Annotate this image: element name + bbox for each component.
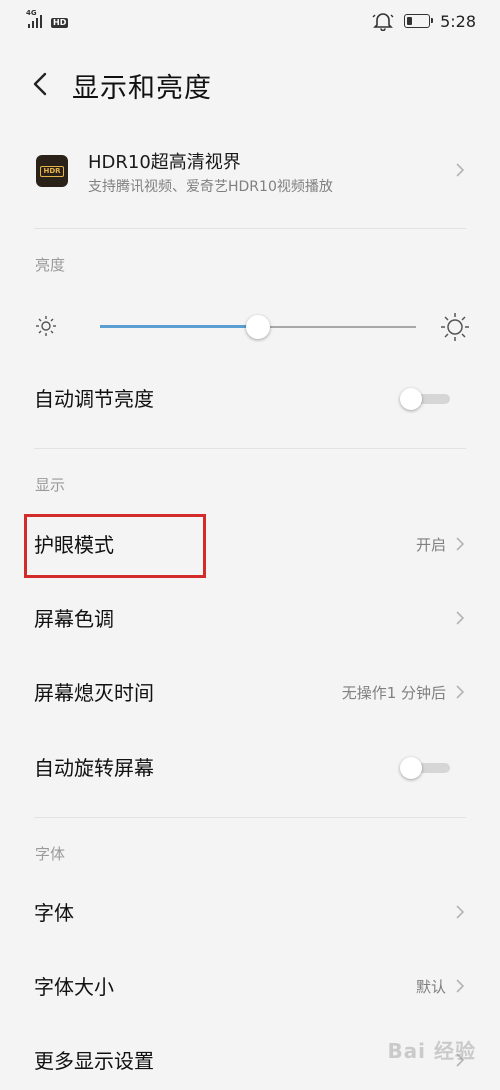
slider-thumb[interactable] [246,315,270,339]
status-right: 5:28 [372,10,476,32]
auto-rotate-row[interactable]: 自动旋转屏幕 [0,737,500,797]
font-row[interactable]: 字体 [0,882,500,942]
clock: 5:28 [440,11,476,31]
chevron-right-icon [456,979,464,993]
font-size-value: 默认 [415,978,446,996]
section-label-display: 显示 [35,476,66,494]
eye-comfort-value: 开启 [415,536,446,554]
color-tone-label: 屏幕色调 [34,607,114,631]
auto-rotate-toggle[interactable] [400,757,450,779]
font-size-row[interactable]: 字体大小 默认 [0,956,500,1016]
alarm-bell-icon [372,13,394,31]
more-display-label: 更多显示设置 [34,1049,154,1073]
watermark: Bai 经验 [387,1039,476,1063]
brightness-high-icon [441,313,469,341]
auto-brightness-row[interactable]: 自动调节亮度 [0,368,500,428]
screen-timeout-value: 无操作1 分钟后 [341,684,446,702]
battery-icon [404,14,434,28]
slider-fill [100,325,258,328]
hdr-subtitle: 支持腾讯视频、爱奇艺HDR10视频播放 [88,179,333,195]
chevron-right-icon [456,685,464,699]
screen-timeout-label: 屏幕熄灭时间 [34,681,154,705]
auto-rotate-label: 自动旋转屏幕 [34,756,154,780]
brightness-low-icon [36,316,56,336]
brightness-row [0,300,500,356]
signal-icon: 4G [26,10,48,28]
hdr-icon: HDR [36,155,68,187]
screen-timeout-row[interactable]: 屏幕熄灭时间 无操作1 分钟后 [0,662,500,722]
hd-badge: HD [51,18,69,28]
brightness-slider[interactable] [100,315,416,339]
title-bar: 显示和亮度 [0,56,500,112]
section-label-font: 字体 [35,845,66,863]
auto-brightness-toggle[interactable] [400,388,450,410]
chevron-right-icon [456,163,464,177]
section-label-brightness: 亮度 [35,256,66,274]
status-bar: 4G HD 5:28 [0,0,500,44]
page-title: 显示和亮度 [72,73,212,104]
divider [34,817,466,818]
back-arrow-icon[interactable] [28,70,54,98]
color-tone-row[interactable]: 屏幕色调 [0,588,500,648]
chevron-right-icon [456,611,464,625]
hdr-setting-row[interactable]: HDR HDR10超高清视界 支持腾讯视频、爱奇艺HDR10视频播放 [0,138,500,218]
auto-brightness-label: 自动调节亮度 [34,387,154,411]
hdr-title: HDR10超高清视界 [88,152,241,173]
chevron-right-icon [456,905,464,919]
annotation-highlight-box [24,514,206,578]
divider [34,448,466,449]
font-label: 字体 [34,901,74,925]
font-size-label: 字体大小 [34,975,114,999]
hdr-icon-label: HDR [40,165,64,177]
divider [34,228,466,229]
chevron-right-icon [456,537,464,551]
status-left: 4G HD [26,10,69,28]
